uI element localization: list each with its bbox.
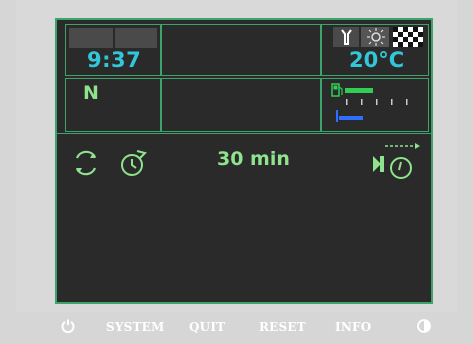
fuel-icon	[331, 82, 343, 101]
cycle-icon[interactable]	[71, 148, 101, 182]
temperature-readout: 20°C	[349, 48, 405, 72]
blue-level-bar	[339, 116, 363, 120]
brightness-icon[interactable]	[417, 318, 431, 337]
gear-indicator: N	[83, 82, 99, 104]
top-middle-panel	[161, 24, 321, 76]
fuel-level-bar	[345, 88, 373, 93]
info-button[interactable]: INFO	[335, 320, 371, 334]
quit-button[interactable]: QUIT	[189, 320, 225, 334]
blue-level-marker	[336, 110, 338, 122]
sun-icon	[367, 28, 385, 50]
display-screen: 9:37 20°C N 30 min	[55, 18, 433, 304]
system-button[interactable]: SYSTEM	[106, 320, 164, 334]
middle-panel	[161, 78, 321, 132]
timer-readout: 30 min	[217, 148, 290, 170]
time-header-block	[115, 28, 157, 48]
gauge-scale	[343, 96, 419, 115]
schedule-icon[interactable]	[371, 142, 423, 186]
wrench-icon	[339, 28, 355, 50]
timer-arrow-icon[interactable]	[119, 147, 149, 183]
power-icon[interactable]	[61, 318, 75, 337]
gear-panel	[65, 78, 161, 132]
time-header-block	[69, 28, 113, 48]
clock-time: 9:37	[87, 48, 142, 72]
reset-button[interactable]: RESET	[259, 320, 306, 334]
